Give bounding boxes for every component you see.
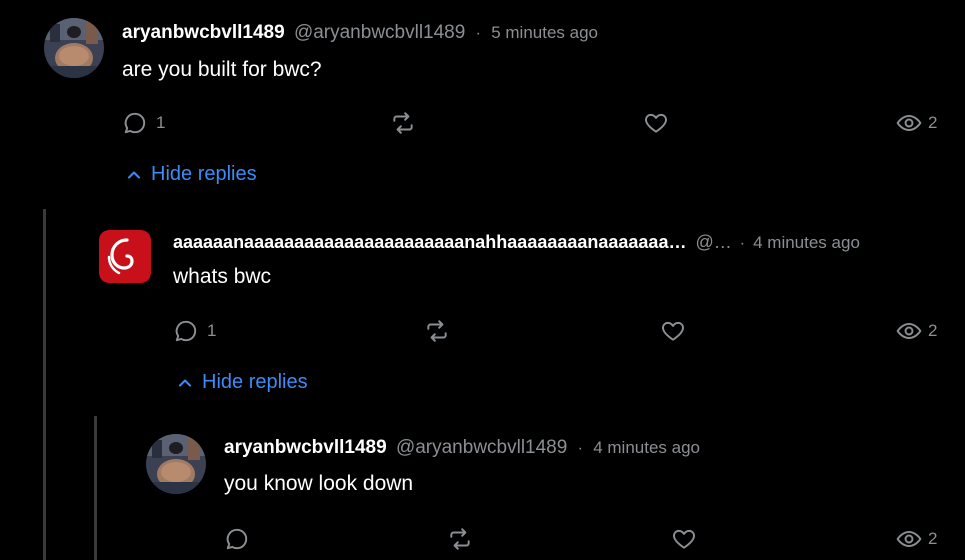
separator-dot: · [577, 440, 583, 457]
comment-text: you know look down [224, 472, 414, 495]
view-count: 2 [928, 529, 938, 548]
reply-button[interactable] [224, 524, 258, 554]
username[interactable]: aryanbwcbvll1489 [224, 437, 387, 458]
comment-3: aryanbwcbvll1489 @aryanbwcbvll1489 · 4 m… [0, 0, 965, 560]
repost-icon [450, 528, 470, 550]
comment-actions: 2 [0, 524, 965, 554]
user-handle[interactable]: @aryanbwcbvll1489 [396, 437, 567, 458]
views-indicator[interactable]: 2 [896, 524, 937, 554]
avatar[interactable] [146, 434, 206, 494]
eye-icon [896, 530, 922, 548]
profile-photo-icon [146, 434, 206, 494]
comment-header: aryanbwcbvll1489 @aryanbwcbvll1489 · 4 m… [224, 436, 700, 461]
speech-bubble-icon [226, 528, 248, 550]
like-button[interactable] [671, 524, 697, 554]
timestamp[interactable]: 4 minutes ago [593, 438, 700, 457]
heart-icon [673, 529, 695, 549]
repost-button[interactable] [447, 524, 473, 554]
